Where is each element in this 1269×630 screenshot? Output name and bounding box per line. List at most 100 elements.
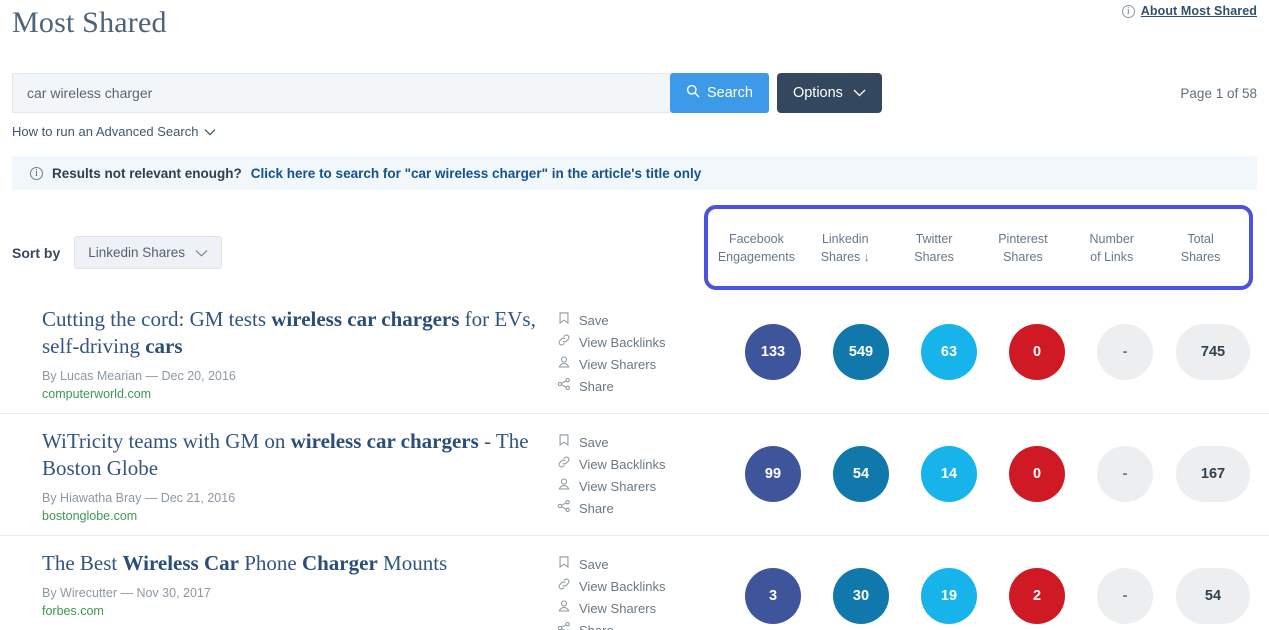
metric-bubble-facebook[interactable]: 3 xyxy=(745,568,801,624)
metric-bubble-linkedin[interactable]: 54 xyxy=(833,446,889,502)
metric-bubble-twitter[interactable]: 14 xyxy=(921,446,977,502)
options-button[interactable]: Options xyxy=(776,73,882,113)
metric-header-line2: of Links xyxy=(1090,249,1134,264)
metric-header-twitter[interactable]: Twitter Shares xyxy=(890,230,979,266)
result-row: The Best Wireless Car Phone Charger Moun… xyxy=(0,536,1269,630)
action-label: View Backlinks xyxy=(579,457,666,472)
about-most-shared-link[interactable]: i About Most Shared xyxy=(1121,4,1257,18)
metric-header-line1: Linkedin xyxy=(821,231,869,246)
metric-bubble-linkedin[interactable]: 30 xyxy=(833,568,889,624)
metric-header-line2: Shares xyxy=(1003,249,1043,264)
result-title-link[interactable]: WiTricity teams with GM on wireless car … xyxy=(42,428,557,482)
action-save[interactable]: Save xyxy=(557,432,729,453)
metric-header-facebook[interactable]: Facebook Engagements xyxy=(712,230,801,266)
metric-bubble-facebook[interactable]: 133 xyxy=(745,324,801,380)
action-view-sharers[interactable]: View Sharers xyxy=(557,354,729,375)
action-share[interactable]: Share xyxy=(557,498,729,519)
result-row: WiTricity teams with GM on wireless car … xyxy=(0,414,1269,536)
action-label: View Backlinks xyxy=(579,335,666,350)
metric-header-line2: Shares xyxy=(1180,249,1221,264)
action-save[interactable]: Save xyxy=(557,554,729,575)
advanced-search-toggle[interactable]: How to run an Advanced Search xyxy=(12,124,216,139)
metric-bubble-links[interactable]: - xyxy=(1097,324,1153,380)
action-save[interactable]: Save xyxy=(557,310,729,331)
metric-header-line1: Total xyxy=(1187,231,1214,246)
result-byline: By Lucas Mearian — Dec 20, 2016 xyxy=(42,369,236,383)
result-title-link[interactable]: Cutting the cord: GM tests wireless car … xyxy=(42,306,557,360)
metric-cell-facebook: 133 xyxy=(729,324,817,380)
metric-bubble-pinterest[interactable]: 2 xyxy=(1009,568,1065,624)
metric-bubble-pinterest[interactable]: 0 xyxy=(1009,324,1065,380)
metric-header-line1: Number xyxy=(1089,231,1134,246)
action-label: Save xyxy=(579,435,609,450)
share-nodes-icon xyxy=(557,376,571,397)
result-metrics: 133 549 63 0-745 xyxy=(729,302,1257,380)
action-share[interactable]: Share xyxy=(557,620,729,630)
metric-bubble-linkedin[interactable]: 549 xyxy=(833,324,889,380)
action-share[interactable]: Share xyxy=(557,376,729,397)
metric-bubble-pinterest[interactable]: 0 xyxy=(1009,446,1065,502)
chevron-down-icon xyxy=(853,85,866,101)
result-title-highlight: wireless car chargers xyxy=(271,307,460,331)
info-circle-icon: i xyxy=(30,166,43,180)
metric-cell-linkedin: 30 xyxy=(817,568,905,624)
result-row: Cutting the cord: GM tests wireless car … xyxy=(0,292,1269,414)
result-title-highlight: cars xyxy=(145,334,183,358)
bookmark-icon xyxy=(557,310,571,331)
metric-cell-twitter: 19 xyxy=(905,568,993,624)
metric-header-linkedin[interactable]: Linkedin Shares ↓ xyxy=(801,230,890,266)
notice-title-only-link[interactable]: Click here to search for "car wireless c… xyxy=(251,166,701,181)
sort-by-label: Sort by xyxy=(12,244,61,261)
metric-header-total[interactable]: Total Shares xyxy=(1156,230,1245,266)
metric-bubble-twitter[interactable]: 19 xyxy=(921,568,977,624)
action-view-backlinks[interactable]: View Backlinks xyxy=(557,576,729,597)
info-circle-icon: i xyxy=(1121,4,1135,18)
action-view-sharers[interactable]: View Sharers xyxy=(557,598,729,619)
metric-header-links[interactable]: Number of Links xyxy=(1067,230,1156,266)
result-title-highlight: Wireless Car xyxy=(122,551,239,575)
result-actions: Save View Backlinks View Sharers Share xyxy=(557,302,729,398)
metric-bubble-facebook[interactable]: 99 xyxy=(745,446,801,502)
metric-bubble-total[interactable]: 745 xyxy=(1176,324,1250,380)
result-byline: By Hiawatha Bray — Dec 21, 2016 xyxy=(42,491,236,505)
sort-control: Sort by Linkedin Shares xyxy=(12,236,223,269)
metric-cell-pinterest: 0 xyxy=(993,324,1081,380)
search-input[interactable] xyxy=(12,73,670,113)
result-title-link[interactable]: The Best Wireless Car Phone Charger Moun… xyxy=(42,550,557,577)
result-main: The Best Wireless Car Phone Charger Moun… xyxy=(12,546,557,618)
metric-bubble-total[interactable]: 167 xyxy=(1176,446,1250,502)
share-nodes-icon xyxy=(557,498,571,519)
search-button-label: Search xyxy=(707,85,753,101)
metric-header-line2: Shares xyxy=(914,249,954,264)
result-domain-link[interactable]: bostonglobe.com xyxy=(42,509,557,523)
metric-bubble-twitter[interactable]: 63 xyxy=(921,324,977,380)
person-icon xyxy=(557,354,571,375)
metric-cell-total: 745 xyxy=(1169,324,1257,380)
action-view-backlinks[interactable]: View Backlinks xyxy=(557,454,729,475)
action-label: Save xyxy=(579,313,609,328)
bookmark-icon xyxy=(557,432,571,453)
search-button[interactable]: Search xyxy=(670,73,769,113)
result-title-text: Cutting the cord: GM tests xyxy=(42,307,272,331)
metric-bubble-total[interactable]: 54 xyxy=(1176,568,1250,624)
action-view-backlinks[interactable]: View Backlinks xyxy=(557,332,729,353)
metric-cell-twitter: 63 xyxy=(905,324,993,380)
result-title-text: WiTricity teams with GM on xyxy=(42,429,291,453)
action-label: View Sharers xyxy=(579,601,657,616)
result-byline: By Wirecutter — Nov 30, 2017 xyxy=(42,586,211,600)
metric-header-line1: Facebook xyxy=(728,231,784,246)
metric-cell-facebook: 3 xyxy=(729,568,817,624)
sort-by-select[interactable]: Linkedin Shares xyxy=(74,236,223,269)
metric-cell-linkedin: 54 xyxy=(817,446,905,502)
result-domain-link[interactable]: computerworld.com xyxy=(42,387,557,401)
action-label: Share xyxy=(579,501,614,516)
metric-bubble-links[interactable]: - xyxy=(1097,446,1153,502)
relevance-notice: i Results not relevant enough? Click her… xyxy=(12,156,1257,190)
metric-bubble-links[interactable]: - xyxy=(1097,568,1153,624)
person-icon xyxy=(557,476,571,497)
share-nodes-icon xyxy=(557,620,571,630)
person-icon xyxy=(557,598,571,619)
metric-header-pinterest[interactable]: Pinterest Shares xyxy=(978,230,1067,266)
result-domain-link[interactable]: forbes.com xyxy=(42,604,557,618)
action-view-sharers[interactable]: View Sharers xyxy=(557,476,729,497)
